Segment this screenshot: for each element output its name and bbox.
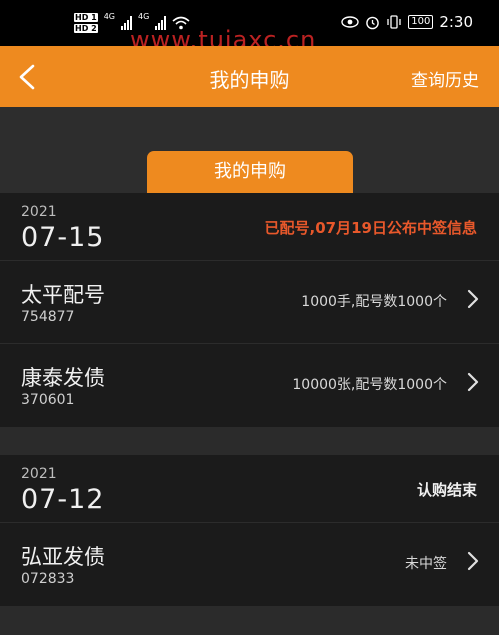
nav-bar: 我的申购 查询历史 (0, 46, 499, 107)
status-bar: HD 1 HD 2 4G 4G 100 2:30 www.tuiaxc.cn (0, 0, 499, 54)
chevron-right-icon (467, 289, 479, 309)
status-time: 2:30 (439, 13, 473, 31)
item-name: 太平配号 (21, 283, 105, 307)
item-name: 康泰发债 (21, 366, 105, 390)
item-name: 弘亚发债 (21, 545, 105, 569)
tab-my-subscription[interactable]: 我的申购 (147, 151, 353, 193)
hd-indicators: HD 1 HD 2 (74, 13, 98, 33)
item-info: 1000手,配号数1000个 (301, 294, 447, 310)
item-code: 072833 (21, 571, 75, 587)
group-date: 07-15 (21, 222, 105, 253)
network-type-2: 4G (137, 12, 150, 21)
group-year: 2021 (21, 466, 57, 482)
eye-icon (341, 16, 359, 28)
group-date: 07-12 (21, 484, 105, 515)
list-item[interactable]: 弘亚发债 072833 未中签 (0, 523, 499, 606)
subscription-group: 2021 07-15 已配号,07月19日公布中签信息 太平配号 754877 … (0, 193, 499, 427)
battery-icon: 100 (408, 15, 434, 29)
vibrate-icon (387, 15, 401, 29)
group-year: 2021 (21, 204, 57, 220)
item-code: 370601 (21, 392, 75, 408)
subscription-group: 2021 07-12 认购结束 弘亚发债 072833 未中签 (0, 455, 499, 606)
chevron-right-icon (467, 551, 479, 571)
chevron-right-icon (467, 372, 479, 392)
item-info: 未中签 (405, 556, 447, 572)
list-item[interactable]: 太平配号 754877 1000手,配号数1000个 (0, 261, 499, 344)
hd1-badge: HD 1 (74, 13, 98, 22)
hd2-badge: HD 2 (74, 24, 98, 33)
item-code: 754877 (21, 309, 75, 325)
list-item[interactable]: 康泰发债 370601 10000张,配号数1000个 (0, 344, 499, 427)
group-header: 2021 07-12 认购结束 (0, 455, 499, 523)
group-header: 2021 07-15 已配号,07月19日公布中签信息 (0, 193, 499, 261)
query-history-button[interactable]: 查询历史 (411, 66, 479, 91)
network-type-1: 4G (103, 12, 115, 21)
group-status: 已配号,07月19日公布中签信息 (264, 219, 477, 237)
alarm-icon (366, 16, 380, 29)
item-info: 10000张,配号数1000个 (292, 377, 447, 393)
group-status: 认购结束 (416, 481, 477, 499)
tab-area: 我的申购 (0, 107, 499, 193)
status-right: 100 2:30 (341, 13, 473, 31)
